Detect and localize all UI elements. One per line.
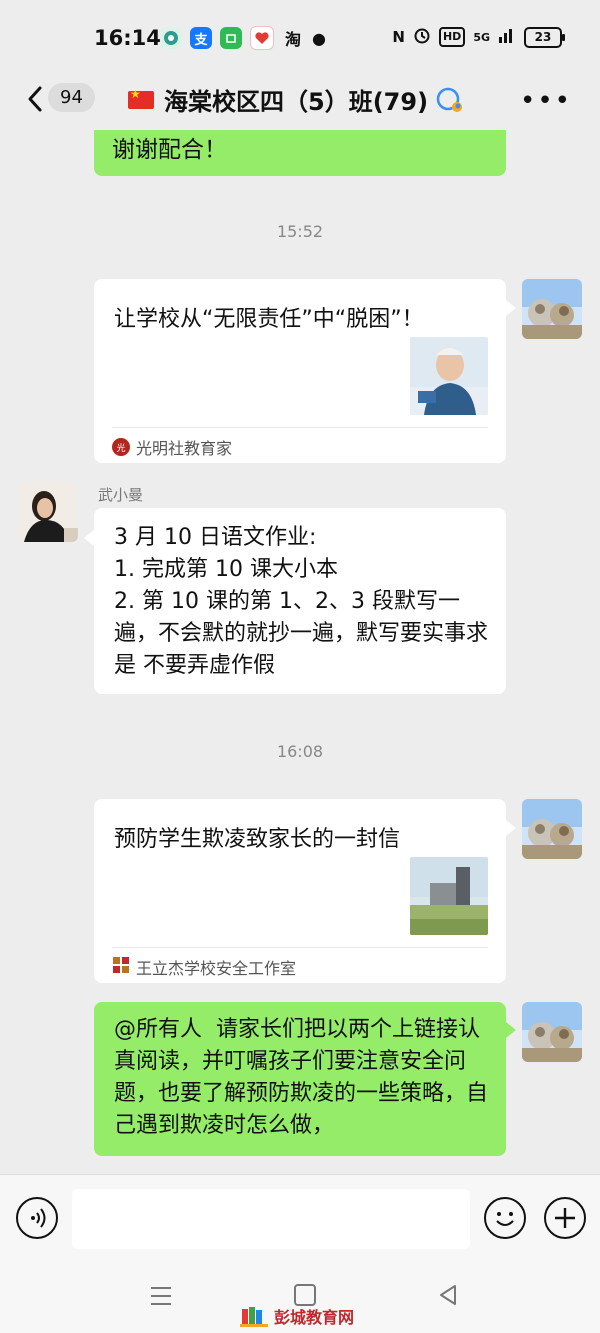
nfc-icon: N: [392, 28, 405, 46]
recent-apps-icon[interactable]: [150, 1286, 172, 1306]
battery-icon: 23: [524, 26, 565, 48]
timestamp: 15:52: [276, 222, 324, 241]
divider: [112, 427, 488, 428]
more-options-icon[interactable]: •••: [520, 86, 572, 116]
link-card-title: 让学校从“无限责任”中“脱困”！: [114, 307, 424, 332]
system-back-icon[interactable]: [438, 1284, 458, 1306]
emoji-icon: [496, 1212, 514, 1226]
bubble-tail: [506, 1022, 516, 1038]
voice-input-button[interactable]: [16, 1197, 58, 1239]
watermark-text: 彭城教育网: [274, 1308, 355, 1327]
message-text: 谢谢配合！: [112, 137, 227, 163]
chat-title[interactable]: 海棠校区四（5）班(79): [128, 82, 466, 117]
health-app-icon: [250, 26, 274, 50]
china-flag-icon: [128, 87, 154, 109]
sender-name: 武小曼: [98, 486, 144, 504]
status-app-icons: 支 淘 ●: [160, 26, 326, 50]
chat-title-text: 海棠校区四（5）班(79): [164, 88, 429, 116]
message-input[interactable]: [72, 1189, 470, 1249]
emoji-button[interactable]: [484, 1197, 526, 1239]
back-icon[interactable]: [22, 82, 48, 116]
message-bubble-received[interactable]: 3 月 10 日语文作业: 1. 完成第 10 课大小本 2. 第 10 课的第…: [94, 508, 506, 694]
bubble-tail: [506, 300, 516, 316]
link-card[interactable]: 预防学生欺凌致家长的一封信 王立杰学校安全工作室: [94, 799, 506, 983]
voice-icon: [31, 1208, 46, 1228]
message-bubble-sent[interactable]: @所有人 请家长们把以两个上链接认真阅读，并叮嘱孩子们要注意安全问题，也要了解预…: [94, 1002, 506, 1156]
link-card-thumbnail: [410, 337, 488, 415]
link-card-source: 光 光明社教育家: [112, 435, 232, 459]
chat-header: 94 海棠校区四（5）班(79) •••: [0, 74, 600, 130]
watermark: 彭城教育网: [240, 1304, 354, 1328]
alipay-icon: 支: [190, 27, 212, 49]
source-name: 光明社教育家: [136, 439, 233, 458]
source-name: 王立杰学校安全工作室: [136, 959, 297, 978]
avatar-self[interactable]: [522, 799, 582, 859]
books-logo-icon: [240, 1307, 268, 1327]
divider: [112, 947, 488, 948]
avatar-self[interactable]: [522, 1002, 582, 1062]
message-text: @所有人 请家长们把以两个上链接认真阅读，并叮嘱孩子们要注意安全问题，也要了解预…: [114, 1017, 489, 1138]
source-logo-icon: 光: [112, 438, 130, 456]
hd-icon: HD: [438, 27, 466, 47]
status-time: 16:14: [94, 26, 161, 50]
taobao-icon: 淘: [284, 30, 301, 49]
timestamp: 16:08: [276, 742, 324, 761]
chat-input-bar: [0, 1174, 600, 1263]
unread-count-badge[interactable]: 94: [48, 83, 95, 112]
bubble-tail: [84, 530, 94, 546]
link-card[interactable]: 让学校从“无限责任”中“脱困”！ 光 光明社教育家: [94, 279, 506, 463]
bubble-tail: [506, 820, 516, 836]
status-right-icons: N HD 5G 23: [392, 26, 565, 48]
signal-icon: [498, 27, 516, 47]
alarm-icon: [413, 26, 431, 48]
avatar-sender[interactable]: [18, 482, 78, 542]
link-card-title: 预防学生欺凌致家长的一封信: [114, 827, 401, 852]
more-functions-button[interactable]: [544, 1197, 586, 1239]
home-icon[interactable]: [294, 1284, 316, 1306]
notification-dot-icon: ●: [312, 28, 326, 48]
link-card-thumbnail: [410, 857, 488, 935]
camera-app-icon: [160, 27, 182, 49]
link-card-source: 王立杰学校安全工作室: [112, 955, 296, 979]
network-label: 5G: [473, 30, 490, 44]
source-logo-icon: [112, 956, 130, 978]
group-chat-icon: [436, 87, 463, 112]
wechat-mini-icon: [220, 27, 242, 49]
message-bubble-sent[interactable]: 谢谢配合！: [94, 130, 506, 176]
plus-icon: [555, 1208, 575, 1228]
avatar-self[interactable]: [522, 279, 582, 339]
status-bar: 16:14 支 淘 ● N HD 5G 23: [0, 0, 600, 74]
message-text: 3 月 10 日语文作业: 1. 完成第 10 课大小本 2. 第 10 课的第…: [114, 525, 489, 678]
